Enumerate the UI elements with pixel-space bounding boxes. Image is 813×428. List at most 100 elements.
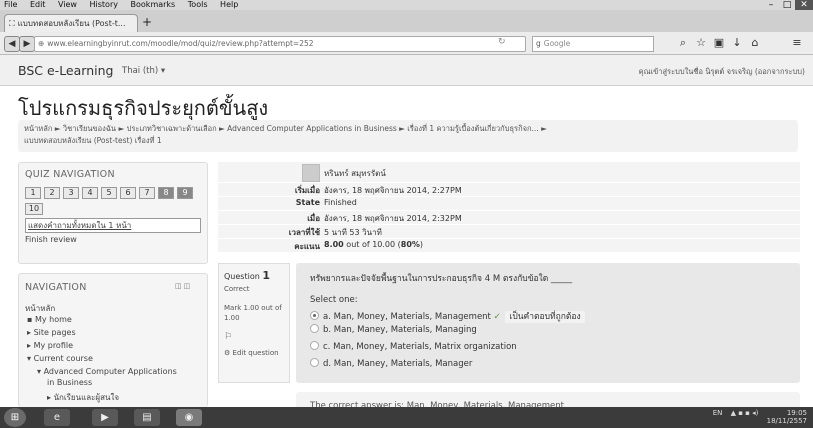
firefox-icon[interactable]: ◉ xyxy=(176,409,202,426)
nav-item-label: My home xyxy=(34,315,72,324)
radio-unselected[interactable] xyxy=(310,324,319,333)
search-input[interactable]: g Google xyxy=(532,36,654,52)
question-number-button[interactable]: 3 xyxy=(63,187,79,199)
star-icon[interactable]: ☆ xyxy=(694,36,708,50)
nav-item-my-home[interactable]: ▪ My home xyxy=(27,315,72,324)
menu-icon[interactable]: ≡ xyxy=(790,36,804,50)
question-label: Question 1 xyxy=(224,269,270,282)
question-number-button[interactable]: 7 xyxy=(139,187,155,199)
url-bar[interactable]: ⊕ www.elearningbyinrut.com/moodle/mod/qui… xyxy=(34,36,526,52)
summary-row: เวลาที่ใช้ 5 นาที 53 วินาที xyxy=(218,225,800,239)
nav-home-link[interactable]: หน้าหลัก xyxy=(25,302,55,315)
nav-item-course[interactable]: ▾ Advanced Computer Applications xyxy=(37,367,177,376)
ie-icon[interactable]: e xyxy=(44,409,70,426)
question-number-button[interactable]: 2 xyxy=(44,187,60,199)
system-tray: EN ▲ ▪ ▪ ◂) 19:05 18/11/2557 xyxy=(713,409,807,425)
menu-tools[interactable]: Tools xyxy=(188,0,208,9)
start-button[interactable]: ⊞ xyxy=(4,408,26,427)
back-button[interactable]: ◀ xyxy=(4,36,20,52)
question-info: Question 1 Correct Mark 1.00 out of 1.00… xyxy=(218,263,290,383)
tray-language[interactable]: EN xyxy=(713,409,723,417)
breadcrumb-line-1[interactable]: หน้าหลัก ► วิชาเรียนของฉัน ► ประเภทวิชาเ… xyxy=(24,123,792,135)
navigation-title: NAVIGATION xyxy=(25,282,87,293)
media-player-icon[interactable]: ▶ xyxy=(92,409,118,426)
download-icon[interactable]: ↓ xyxy=(730,36,744,50)
question-number-button[interactable]: 8 xyxy=(158,187,174,199)
browser-tab[interactable]: ⛶ แบบทดสอบหลังเรียน (Post-t... xyxy=(4,14,138,33)
answer-option[interactable]: b. Man, Maney, Materials, Managing xyxy=(310,324,477,335)
menu-help[interactable]: Help xyxy=(220,0,238,9)
grade-out-of: out of 10.00 ( xyxy=(343,240,401,249)
summary-grade: 8.00 out of 10.00 (80%) xyxy=(324,240,423,249)
menu-file[interactable]: File xyxy=(4,0,17,9)
correct-note: เป็นคำตอบที่ถูกต้อง xyxy=(505,311,585,323)
summary-label: คะแนน xyxy=(294,242,320,251)
answer-option[interactable]: d. Man, Maney, Materials, Manager xyxy=(310,358,473,369)
question-number-button[interactable]: 6 xyxy=(120,187,136,199)
flag-icon[interactable]: ⚐ xyxy=(224,332,232,342)
question-number-button[interactable]: 9 xyxy=(177,187,193,199)
taskbar xyxy=(0,407,813,428)
grade-close: ) xyxy=(419,240,424,249)
radio-unselected[interactable] xyxy=(310,358,319,367)
nav-item-my-profile[interactable]: ▸ My profile xyxy=(27,341,73,350)
summary-user-row: หรินทร์ สมุทรรัตน์ xyxy=(218,162,800,182)
summary-row: State Finished xyxy=(218,197,800,211)
google-icon: g xyxy=(536,39,541,48)
question-label-text: Question xyxy=(224,272,260,281)
edit-question-link[interactable]: ⚙ Edit question xyxy=(224,349,279,357)
file-explorer-icon[interactable]: ▤ xyxy=(134,409,160,426)
menu-history[interactable]: History xyxy=(90,0,118,9)
radio-unselected[interactable] xyxy=(310,341,319,350)
nav-item-label: My profile xyxy=(33,341,74,350)
search-icon[interactable]: ⌕ xyxy=(676,36,690,50)
tray-icons: ▲ ▪ ▪ ◂) xyxy=(730,409,759,417)
answer-option[interactable]: c. Man, Money, Materials, Matrix organiz… xyxy=(310,341,517,352)
nav-item-students[interactable]: ▸ นักเรียนและผู้สนใจ xyxy=(47,391,119,404)
question-number-button[interactable]: 5 xyxy=(101,187,117,199)
question-number: 1 xyxy=(262,269,270,282)
finish-review-link[interactable]: Finish review xyxy=(25,235,77,244)
search-placeholder: Google xyxy=(543,39,571,48)
nav-item-current-course[interactable]: ▾ Current course xyxy=(27,354,93,363)
question-text: ทรัพยากรและปัจจัยพื้นฐานในการประกอบธุรกิ… xyxy=(310,274,573,284)
question-number-button[interactable]: 10 xyxy=(25,203,43,215)
question-number-button[interactable]: 4 xyxy=(82,187,98,199)
avatar[interactable] xyxy=(302,164,320,182)
nav-item-site-pages[interactable]: ▸ Site pages xyxy=(27,328,76,337)
menu-edit[interactable]: Edit xyxy=(30,0,46,9)
question-status: Correct xyxy=(224,285,250,293)
forward-button[interactable]: ▶ xyxy=(19,36,35,52)
home-icon[interactable]: ⌂ xyxy=(748,36,762,50)
summary-label: State xyxy=(295,198,320,207)
menu-view[interactable]: View xyxy=(58,0,77,9)
bullet-icon: ▪ xyxy=(27,315,35,324)
answer-text: d. Man, Maney, Materials, Manager xyxy=(323,359,473,369)
menu-bookmarks[interactable]: Bookmarks xyxy=(131,0,176,9)
site-name[interactable]: BSC e-Learning xyxy=(18,63,113,78)
question-content: ทรัพยากรและปัจจัยพื้นฐานในการประกอบธุรกิ… xyxy=(296,263,800,383)
nav-item-course-line2[interactable]: in Business xyxy=(47,378,92,387)
question-number-list-row2: 10 xyxy=(25,203,46,215)
login-info[interactable]: คุณเข้าสู่ระบบในชื่อ นิรุตต์ จรเจริญ (ออ… xyxy=(639,66,805,78)
globe-icon: ⊕ xyxy=(38,39,45,48)
select-one-label: Select one: xyxy=(310,295,358,305)
language-menu[interactable]: Thai (th) ▾ xyxy=(122,66,165,76)
answer-option[interactable]: a. Man, Money, Materials, Management ✓ เ… xyxy=(310,309,585,323)
question-number-button[interactable]: 1 xyxy=(25,187,41,199)
nav-item-label: Site pages xyxy=(33,328,76,337)
clipboard-icon[interactable]: ▣ xyxy=(712,36,726,50)
summary-row: เมื่อ อังคาร, 18 พฤศจิกายน 2014, 2:32PM xyxy=(218,211,800,225)
breadcrumb: หน้าหลัก ► วิชาเรียนของฉัน ► ประเภทวิชาเ… xyxy=(18,120,798,152)
breadcrumb-line-2[interactable]: แบบทดสอบหลังเรียน (Post-test) เรื่องที่ … xyxy=(24,135,792,147)
question-mark: Mark 1.00 out of 1.00 xyxy=(224,304,282,322)
radio-selected[interactable] xyxy=(310,311,319,320)
url-text: www.elearningbyinrut.com/moodle/mod/quiz… xyxy=(47,39,314,48)
refresh-icon[interactable]: ↻ xyxy=(498,37,506,47)
new-tab-button[interactable]: + xyxy=(142,14,156,30)
summary-user-name[interactable]: หรินทร์ สมุทรรัตน์ xyxy=(324,167,386,180)
block-controls-icon[interactable]: ◫◫ xyxy=(175,282,192,290)
show-all-questions-link[interactable]: แสดงคำถามทั้งหมดใน 1 หน้า xyxy=(25,218,201,233)
tray-clock[interactable]: 19:05 18/11/2557 xyxy=(767,409,807,425)
correct-check-icon: ✓ xyxy=(493,312,501,322)
